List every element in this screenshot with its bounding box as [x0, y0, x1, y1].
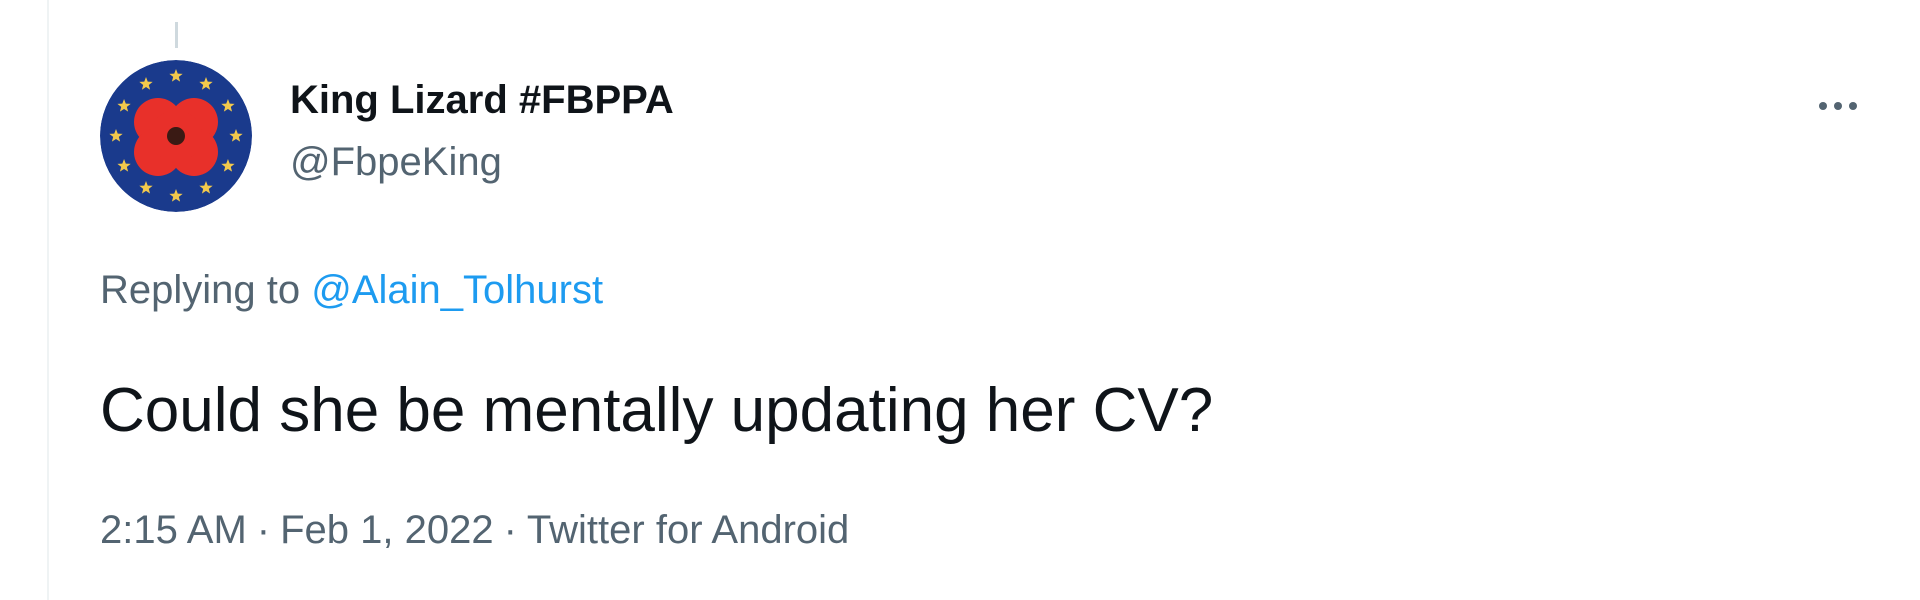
more-options-button[interactable] — [1808, 76, 1868, 136]
tweet-date-link[interactable]: Feb 1, 2022 — [280, 508, 494, 552]
tweet-metadata: 2:15 AM · Feb 1, 2022 · Twitter for Android — [100, 508, 849, 553]
more-dots-icon — [1819, 102, 1827, 110]
timeline-border — [47, 0, 49, 600]
replying-to-label: Replying to — [100, 268, 301, 312]
tweet-time-link[interactable]: 2:15 AM — [100, 508, 247, 552]
more-dots-icon — [1849, 102, 1857, 110]
tweet-text: Could she be mentally updating her CV? — [100, 376, 1214, 445]
reply-mention-link[interactable]: @Alain_Tolhurst — [311, 268, 603, 312]
meta-separator: · — [503, 508, 517, 552]
more-dots-icon — [1834, 102, 1842, 110]
author-handle[interactable]: @FbpeKing — [290, 140, 502, 185]
avatar[interactable] — [100, 60, 252, 212]
thread-connector-line — [175, 22, 178, 48]
author-display-name[interactable]: King Lizard #FBPPA — [290, 78, 674, 123]
meta-separator: · — [256, 508, 271, 552]
tweet-source-link[interactable]: Twitter for Android — [527, 508, 849, 552]
replying-to-line: Replying to @Alain_Tolhurst — [100, 268, 603, 313]
eu-flag-poppy-icon — [100, 60, 252, 212]
